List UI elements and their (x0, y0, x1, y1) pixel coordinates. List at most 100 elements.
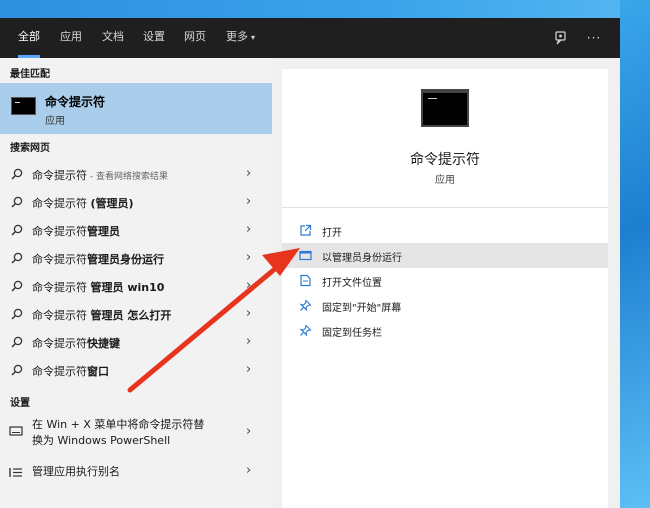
web-result-label: 命令提示符 管理员 怎么打开 (32, 307, 171, 323)
web-result-bold: 管理员 (87, 225, 120, 238)
app-details-pane: 命令提示符 应用 打开 以管理员身份运行 打开文件位置 固定到"开始"屏幕 固定… (282, 69, 608, 508)
action-open-label: 打开 (322, 228, 342, 239)
tab-all-label: 全部 (18, 30, 40, 43)
tab-documents-label: 文档 (102, 30, 124, 43)
web-result-label: 命令提示符窗口 (32, 363, 109, 379)
best-match-title: 命令提示符 (45, 95, 106, 109)
chevron-right-icon[interactable]: › (246, 278, 251, 293)
action-pin-to-taskbar-label: 固定到任务栏 (322, 328, 382, 339)
web-result-bold: 窗口 (87, 365, 109, 378)
run-as-admin-icon (299, 250, 312, 261)
chevron-right-icon[interactable]: › (246, 166, 251, 181)
desktop-background-top (0, 0, 650, 18)
tab-more[interactable]: 更多 ▾ (226, 18, 255, 58)
action-run-as-admin[interactable]: 以管理员身份运行 (282, 243, 608, 268)
tab-web[interactable]: 网页 (184, 18, 206, 58)
command-prompt-icon (11, 97, 36, 115)
chevron-right-icon[interactable]: › (246, 362, 251, 377)
search-icon (11, 224, 23, 236)
tab-web-label: 网页 (184, 30, 206, 43)
search-icon (11, 168, 23, 180)
chevron-right-icon[interactable]: › (246, 306, 251, 321)
action-open[interactable]: 打开 (282, 218, 608, 243)
tab-apps-label: 应用 (60, 30, 82, 43)
app-name: 命令提示符 (410, 152, 480, 168)
best-match-subtitle: 应用 (45, 116, 65, 127)
web-result-label: 命令提示符管理员身份运行 (32, 251, 164, 267)
command-prompt-large-icon (421, 89, 469, 127)
divider (282, 207, 608, 208)
action-pin-to-start-label: 固定到"开始"屏幕 (322, 303, 402, 314)
chevron-right-icon[interactable]: › (246, 222, 251, 237)
pin-start-icon (299, 299, 312, 312)
web-result-text: 命令提示符 (32, 309, 91, 322)
file-location-icon (300, 274, 311, 287)
web-result-item[interactable]: 命令提示符窗口 › (0, 356, 272, 384)
web-result-label: 命令提示符快捷键 (32, 335, 120, 351)
keyboard-icon (9, 426, 23, 436)
web-result-item[interactable]: 命令提示符 (管理员) › (0, 188, 272, 216)
web-result-item[interactable]: 命令提示符 管理员 怎么打开 › (0, 300, 272, 328)
search-header: 全部 应用 文档 设置 网页 更多 ▾ ··· (0, 18, 620, 58)
web-result-bold: 管理员 怎么打开 (90, 309, 172, 322)
action-pin-to-taskbar[interactable]: 固定到任务栏 (282, 318, 608, 343)
web-result-bold: 管理员身份运行 (87, 253, 164, 266)
settings-heading: 设置 (10, 398, 30, 409)
web-result-label: 命令提示符 - 查看网络搜索结果 (32, 167, 168, 183)
web-result-item[interactable]: 命令提示符 - 查看网络搜索结果 › (0, 160, 272, 188)
setting-item-line1: 在 Win + X 菜单中将命令提示符替 (32, 418, 205, 431)
app-type: 应用 (435, 175, 455, 186)
web-result-text: 命令提示符 (32, 337, 87, 350)
pin-taskbar-icon (299, 324, 312, 337)
chevron-right-icon[interactable]: › (246, 334, 251, 349)
results-pane: 最佳匹配 命令提示符 应用 搜索网页 命令提示符 - 查看网络搜索结果 › 命令… (0, 58, 272, 508)
setting-item-label: 管理应用执行别名 (32, 465, 120, 478)
web-result-bold: 快捷键 (87, 337, 120, 350)
search-icon (11, 280, 23, 292)
feedback-icon[interactable] (551, 28, 571, 48)
search-icon (11, 364, 23, 376)
setting-item-label: 在 Win + X 菜单中将命令提示符替 换为 Windows PowerShel… (32, 417, 204, 449)
chevron-right-icon[interactable]: › (246, 194, 251, 209)
tab-settings[interactable]: 设置 (143, 18, 165, 58)
chevron-right-icon[interactable]: › (246, 424, 251, 439)
action-run-as-admin-label: 以管理员身份运行 (322, 253, 402, 264)
search-icon (11, 336, 23, 348)
chevron-right-icon[interactable]: › (246, 250, 251, 265)
open-icon (300, 224, 312, 236)
best-match-item[interactable]: 命令提示符 应用 (0, 83, 272, 134)
action-open-file-location[interactable]: 打开文件位置 (282, 268, 608, 293)
search-icon (11, 252, 23, 264)
web-result-item[interactable]: 命令提示符 管理员 win10 › (0, 272, 272, 300)
tab-all[interactable]: 全部 (18, 18, 40, 58)
web-search-heading: 搜索网页 (10, 143, 50, 154)
more-options-icon[interactable]: ··· (584, 28, 604, 48)
web-result-text: 命令提示符 (32, 225, 87, 238)
web-result-label: 命令提示符管理员 (32, 223, 120, 239)
web-result-text: 命令提示符 (32, 197, 91, 210)
web-result-label: 命令提示符 管理员 win10 (32, 279, 164, 295)
setting-item-winx-powershell[interactable]: 在 Win + X 菜单中将命令提示符替 换为 Windows PowerShel… (0, 415, 272, 453)
tab-documents[interactable]: 文档 (102, 18, 124, 58)
web-result-bold: 管理员 win10 (90, 281, 165, 294)
web-result-item[interactable]: 命令提示符快捷键 › (0, 328, 272, 356)
web-result-label: 命令提示符 (管理员) (32, 195, 134, 211)
web-result-hint: - 查看网络搜索结果 (87, 172, 168, 182)
setting-item-app-aliases[interactable]: 管理应用执行别名 › (0, 460, 272, 486)
desktop-background (620, 0, 650, 508)
setting-item-line2: 换为 Windows PowerShell (32, 434, 171, 447)
best-match-heading: 最佳匹配 (10, 69, 50, 80)
web-result-bold: (管理员) (90, 197, 134, 210)
list-icon (9, 468, 22, 477)
web-result-text: 命令提示符 (32, 169, 87, 182)
chevron-right-icon[interactable]: › (246, 463, 251, 478)
action-pin-to-start[interactable]: 固定到"开始"屏幕 (282, 293, 608, 318)
web-result-item[interactable]: 命令提示符管理员身份运行 › (0, 244, 272, 272)
more-options-glyph: ··· (586, 31, 602, 45)
web-result-item[interactable]: 命令提示符管理员 › (0, 216, 272, 244)
web-result-text: 命令提示符 (32, 253, 87, 266)
tab-apps[interactable]: 应用 (60, 18, 82, 58)
tab-settings-label: 设置 (143, 30, 165, 43)
start-search-window: 全部 应用 文档 设置 网页 更多 ▾ ··· 最佳匹配 命令提示符 应用 搜索网… (0, 18, 620, 508)
web-result-text: 命令提示符 (32, 281, 91, 294)
